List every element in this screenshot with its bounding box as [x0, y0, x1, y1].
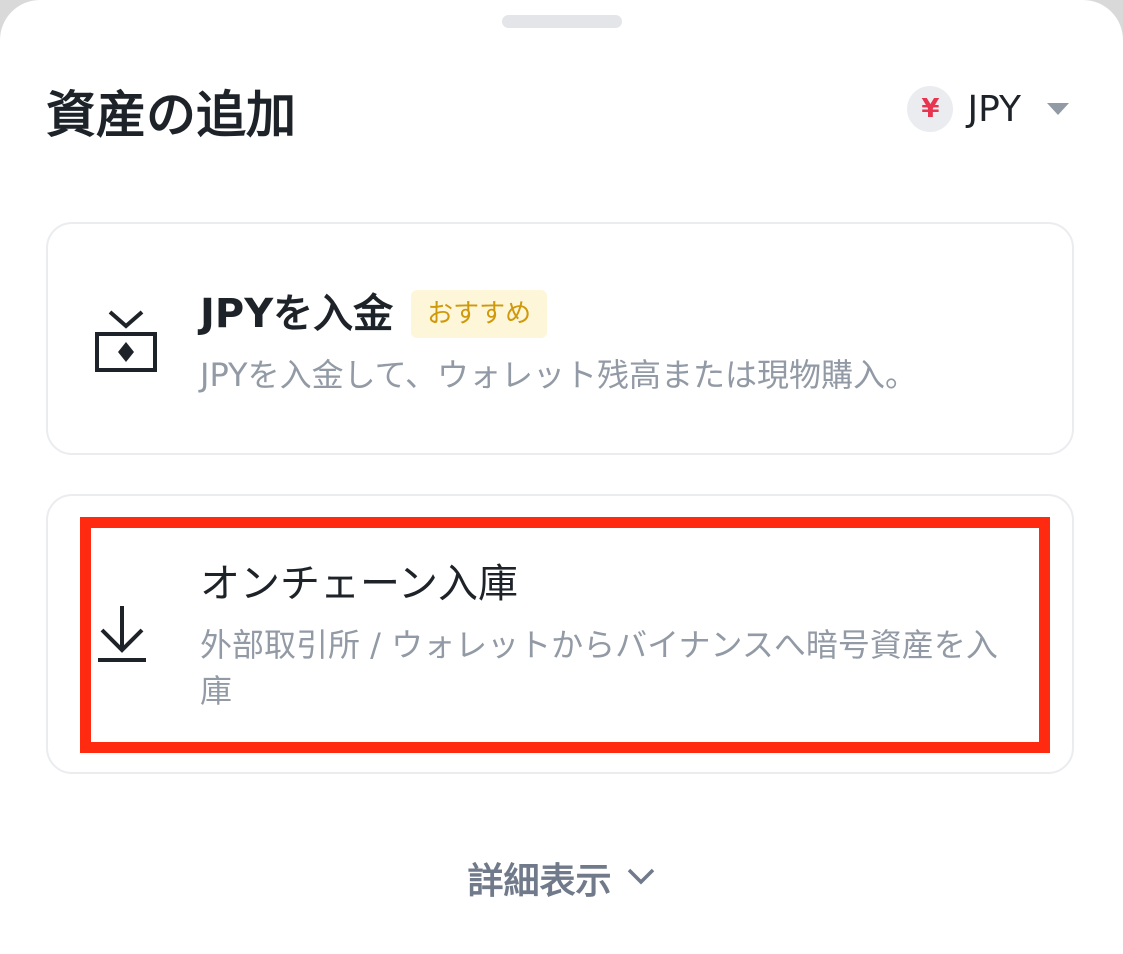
- onchain-deposit-description: 外部取引所 / ウォレットからバイナンスへ暗号資産を入庫: [200, 626, 998, 710]
- yen-icon: ¥: [907, 86, 954, 132]
- deposit-jpy-title-text: JPYを入金: [200, 291, 394, 337]
- onchain-deposit-option[interactable]: オンチェーン入庫 外部取引所 / ウォレットからバイナンスへ暗号資産を入庫: [46, 494, 1074, 774]
- caret-down-icon: [1047, 103, 1069, 115]
- deposit-jpy-title: JPYを入金 おすすめ: [200, 286, 548, 342]
- bank-deposit-icon: [94, 308, 158, 380]
- deposit-jpy-option[interactable]: JPYを入金 おすすめ JPYを入金して、ウォレット残高または現物購入。: [46, 222, 1074, 455]
- currency-selector[interactable]: ¥ JPY: [907, 84, 1069, 134]
- chevron-down-icon: [626, 866, 656, 890]
- sheet-grabber-handle[interactable]: [502, 15, 622, 28]
- recommended-badge: おすすめ: [411, 290, 548, 338]
- page-title: 資産の追加: [46, 86, 296, 144]
- show-more-label: 詳細表示: [467, 861, 612, 902]
- onchain-deposit-title: オンチェーン入庫: [200, 561, 518, 607]
- add-asset-sheet: 資産の追加 ¥ JPY JPYを入金 おすすめ JPYを入金して、ウォレット残高…: [0, 0, 1123, 954]
- download-arrow-icon: [94, 604, 150, 668]
- currency-code: JPY: [967, 88, 1021, 130]
- deposit-jpy-description: JPYを入金して、ウォレット残高または現物購入。: [200, 356, 918, 394]
- show-more-button[interactable]: 詳細表示: [0, 852, 1123, 904]
